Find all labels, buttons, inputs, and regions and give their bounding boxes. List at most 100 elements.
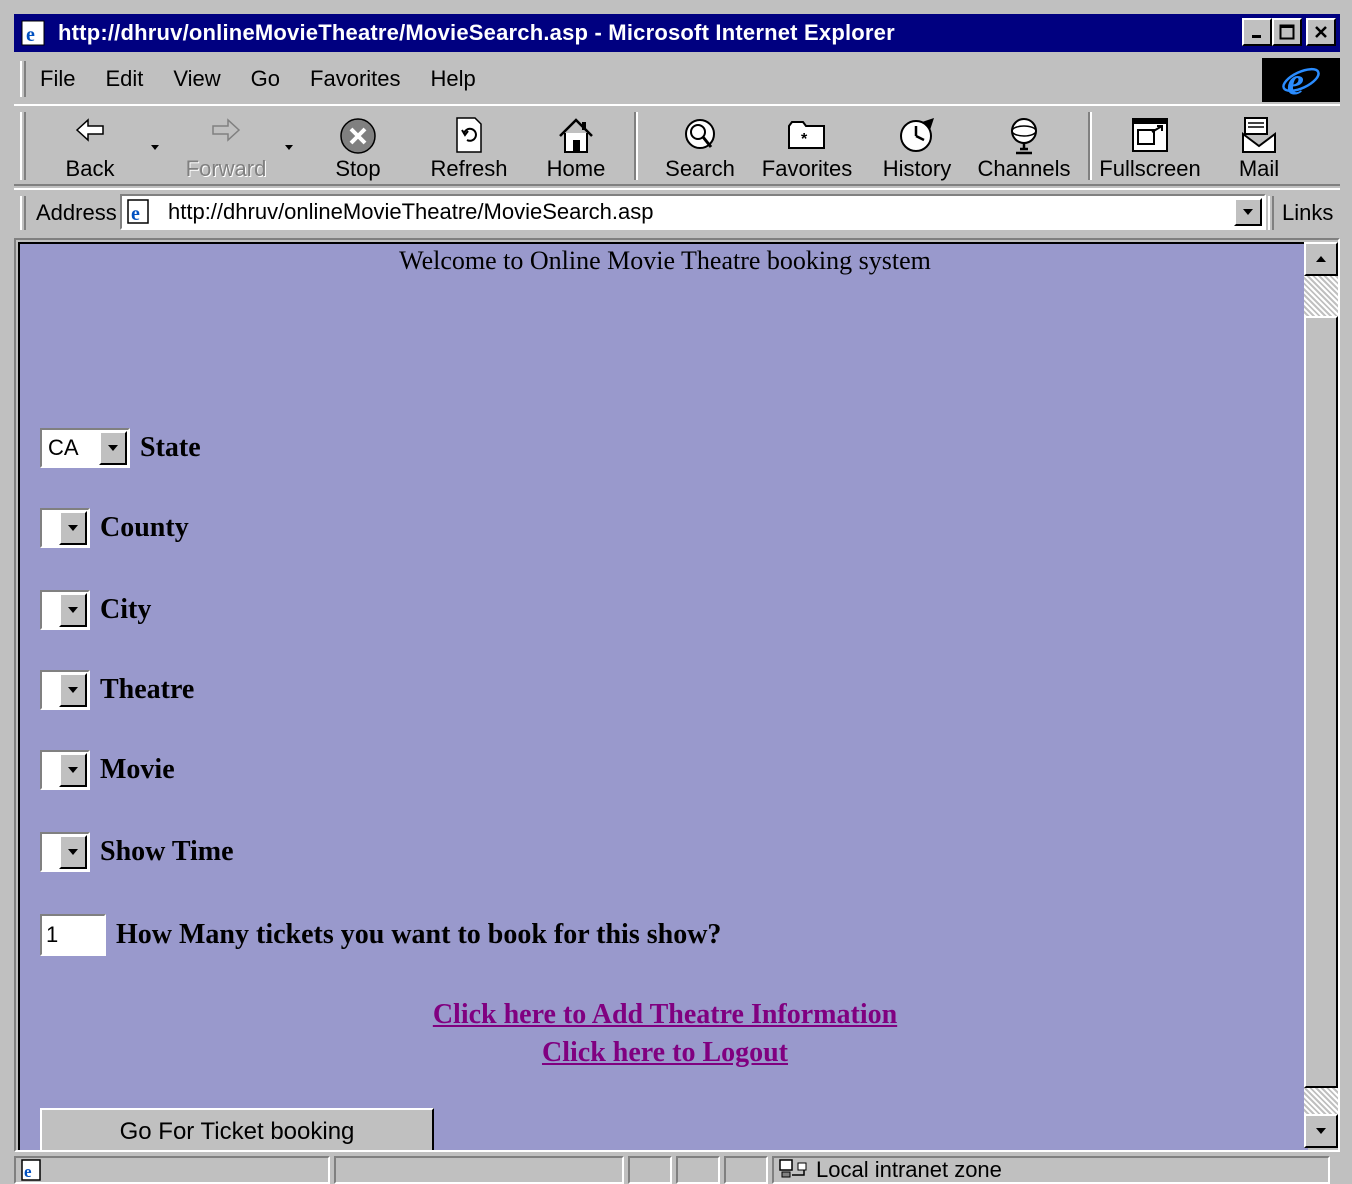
back-dropdown-icon[interactable] — [148, 142, 162, 152]
toolbar-separator — [1088, 112, 1092, 180]
add-theatre-link[interactable]: Click here to Add Theatre Information — [20, 996, 1308, 1034]
scroll-track[interactable] — [1304, 276, 1338, 316]
menu-help[interactable]: Help — [431, 66, 476, 92]
city-dropdown-button[interactable] — [59, 593, 87, 627]
window-title: http://dhruv/onlineMovieTheatre/MovieSea… — [58, 20, 895, 45]
favorites-folder-icon: * — [788, 121, 825, 149]
address-url: http://dhruv/onlineMovieTheatre/MovieSea… — [168, 199, 654, 224]
county-label: County — [100, 512, 189, 543]
menu-favorites[interactable]: Favorites — [310, 66, 400, 92]
mail-button[interactable]: Mail — [1226, 110, 1292, 184]
theatre-label: Theatre — [100, 674, 195, 705]
forward-arrow-icon — [212, 118, 241, 142]
maximize-icon — [1279, 24, 1295, 40]
state-dropdown-button[interactable] — [99, 431, 127, 465]
progress-pane — [334, 1156, 624, 1184]
city-select[interactable] — [40, 590, 90, 630]
chevron-down-icon — [1243, 209, 1253, 215]
status-text-pane: e — [14, 1156, 330, 1184]
scroll-track[interactable] — [1304, 1088, 1338, 1114]
page-body: Welcome to Online Movie Theatre booking … — [18, 242, 1308, 1150]
svg-text:e: e — [1287, 61, 1304, 100]
menu-go[interactable]: Go — [251, 66, 280, 92]
intranet-zone-icon — [779, 1159, 807, 1178]
state-select[interactable]: CA — [40, 428, 130, 468]
search-button[interactable]: Search — [662, 110, 738, 184]
movie-dropdown-button[interactable] — [59, 753, 87, 787]
theatre-select[interactable] — [40, 670, 90, 710]
menu-file[interactable]: File — [40, 66, 75, 92]
forward-dropdown-icon[interactable] — [282, 142, 296, 152]
vertical-scrollbar[interactable] — [1304, 242, 1338, 1148]
minimize-icon — [1252, 35, 1261, 38]
channels-satellite-icon — [1011, 118, 1037, 155]
history-button[interactable]: History — [880, 110, 954, 184]
theatre-dropdown-button[interactable] — [59, 673, 87, 707]
favorites-button[interactable]: * Favorites — [762, 110, 852, 184]
address-dropdown-button[interactable] — [1234, 198, 1262, 226]
stop-button[interactable]: Stop — [326, 110, 390, 184]
chevron-down-icon — [68, 687, 78, 693]
status-pane-small — [724, 1156, 768, 1184]
svg-text:e: e — [26, 24, 35, 46]
movie-label: Movie — [100, 754, 175, 785]
menu-bar: File Edit View Go Favorites Help e — [14, 56, 1340, 102]
minimize-button[interactable] — [1242, 18, 1272, 46]
state-select-value: CA — [48, 435, 79, 460]
page-links: Click here to Add Theatre Information Cl… — [20, 996, 1308, 1072]
county-dropdown-button[interactable] — [59, 511, 87, 545]
menu-edit[interactable]: Edit — [105, 66, 143, 92]
ie-page-icon: e — [127, 199, 149, 225]
scroll-up-icon — [1316, 256, 1326, 262]
menu-grip[interactable] — [20, 61, 26, 97]
status-pane-small — [676, 1156, 720, 1184]
fullscreen-icon — [1132, 118, 1168, 152]
zone-label: Local intranet zone — [816, 1157, 1002, 1182]
refresh-button[interactable]: Refresh — [424, 110, 514, 184]
toolbar-separator — [634, 112, 638, 180]
showtime-select[interactable] — [40, 832, 90, 872]
close-button[interactable] — [1306, 18, 1336, 46]
theatre-row: Theatre — [40, 670, 194, 710]
showtime-dropdown-button[interactable] — [59, 835, 87, 869]
movie-select[interactable] — [40, 750, 90, 790]
scroll-up-button[interactable] — [1304, 242, 1338, 276]
address-label: Address — [36, 200, 117, 225]
home-button[interactable]: Home — [538, 110, 614, 184]
county-select[interactable] — [40, 508, 90, 548]
toolbar-grip[interactable] — [20, 112, 26, 180]
back-button[interactable]: Back — [54, 110, 126, 184]
title-bar[interactable]: e http://dhruv/onlineMovieTheatre/MovieS… — [14, 14, 1340, 52]
ie-page-icon: e — [21, 20, 45, 46]
fullscreen-button[interactable]: Fullscreen — [1099, 110, 1201, 184]
home-icon — [559, 118, 593, 153]
scroll-thumb[interactable] — [1304, 316, 1338, 1088]
links-grip[interactable] — [1268, 196, 1274, 230]
forward-button[interactable]: Forward — [182, 110, 270, 184]
search-icon — [685, 119, 715, 149]
standard-toolbar: Back Forward Stop Refresh Home Search * … — [14, 104, 1340, 186]
scroll-down-button[interactable] — [1304, 1114, 1338, 1148]
address-input[interactable]: e http://dhruv/onlineMovieTheatre/MovieS… — [120, 194, 1266, 230]
svg-text:e: e — [24, 1162, 32, 1181]
state-row: CA State — [40, 428, 201, 468]
maximize-button[interactable] — [1272, 18, 1302, 46]
svg-text:e: e — [131, 203, 140, 225]
county-row: County — [40, 508, 189, 548]
menu-view[interactable]: View — [173, 66, 220, 92]
tickets-row: 1 How Many tickets you want to book for … — [40, 914, 721, 956]
chevron-down-icon — [68, 767, 78, 773]
address-grip[interactable] — [20, 196, 26, 230]
tickets-input[interactable]: 1 — [40, 914, 106, 956]
links-button[interactable]: Links — [1282, 200, 1333, 226]
status-bar: e Local intranet zone — [14, 1156, 1340, 1184]
channels-button[interactable]: Channels — [978, 110, 1070, 184]
close-icon — [1315, 26, 1327, 38]
ticket-booking-button[interactable]: Go For Ticket booking — [40, 1108, 434, 1150]
stop-icon — [340, 118, 376, 154]
browser-viewport: Welcome to Online Movie Theatre booking … — [14, 238, 1340, 1152]
logout-link[interactable]: Click here to Logout — [20, 1034, 1308, 1072]
state-label: State — [140, 432, 201, 463]
history-icon — [900, 118, 934, 152]
chevron-down-icon — [108, 445, 118, 451]
